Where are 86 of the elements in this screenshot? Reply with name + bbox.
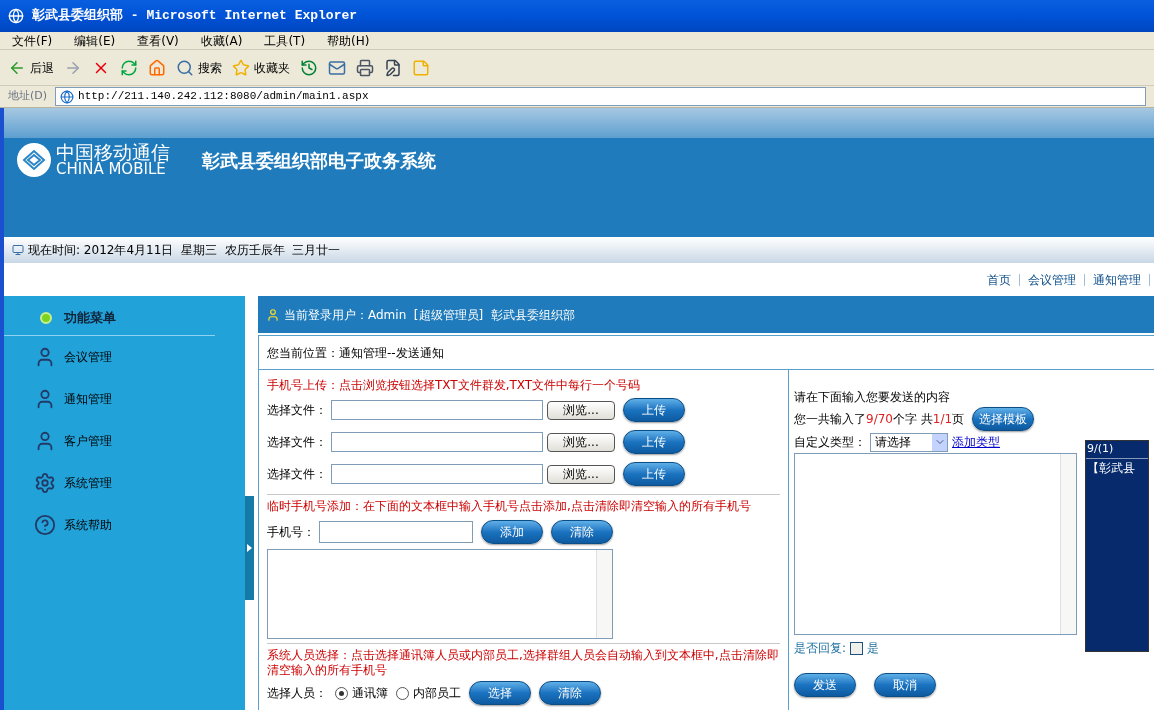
- preview-count: 9/(1): [1086, 441, 1148, 459]
- field-label: 选择文件：: [267, 434, 327, 451]
- field-label: 自定义类型：: [794, 434, 866, 451]
- menu-item[interactable]: 编辑(E): [74, 31, 116, 50]
- address-field[interactable]: http://211.140.242.112:8080/admin/main1.aspx: [55, 87, 1146, 106]
- browse-button[interactable]: 浏览...: [547, 432, 615, 452]
- menu-item[interactable]: 查看(V): [137, 31, 179, 50]
- refresh-icon: [120, 58, 138, 77]
- type-dropdown[interactable]: 请选择: [870, 432, 948, 452]
- clock-icon: [300, 58, 318, 77]
- envelope-icon: [328, 58, 346, 77]
- menu-item[interactable]: 文件(F): [12, 31, 53, 50]
- menu-item[interactable]: 帮助(H): [327, 31, 370, 50]
- sidebar-item[interactable]: 系统帮助: [4, 504, 245, 546]
- menu-item[interactable]: 收藏(A): [200, 31, 243, 50]
- field-label: 手机号：: [267, 524, 315, 541]
- page-icon: [60, 89, 75, 104]
- breadcrumb: 您当前位置：通知管理--发送通知: [267, 344, 444, 362]
- select-people-hint: 系统人员选择：点击选择通讯簿人员或内部员工,选择群组人员会自动输入到文本框中,点击清除即清空输入的所有手机号: [267, 648, 780, 678]
- radio-option[interactable]: 通讯簿: [335, 684, 388, 702]
- nav-link[interactable]: 通知管理: [1093, 270, 1141, 289]
- file-path-field[interactable]: [331, 400, 543, 420]
- add-button[interactable]: 添加: [481, 520, 543, 544]
- add-type-link[interactable]: 添加类型: [952, 433, 1000, 451]
- system-title: 彰武县委组织部电子政务系统: [202, 148, 436, 173]
- character-counter: 您一共输入了9/70个字 共1/1页: [794, 411, 965, 428]
- clear-button[interactable]: 清除: [539, 681, 601, 705]
- file-path-field[interactable]: [331, 464, 543, 484]
- phone-number-field[interactable]: [319, 521, 473, 543]
- upload-button[interactable]: 上传: [623, 398, 685, 422]
- send-button[interactable]: 发送: [794, 673, 856, 697]
- preview-text: 【彰武县: [1086, 459, 1136, 477]
- star-icon: [232, 58, 250, 77]
- document-edit-icon: [384, 58, 402, 77]
- browser-icon: [8, 8, 24, 24]
- sidebar-title: 功能菜单: [64, 308, 116, 327]
- sticky-note-icon: [412, 58, 430, 77]
- date-text: 现在时间: 2012年4月11日 星期三 农历壬辰年 三月廿一: [28, 242, 341, 259]
- user-bar: 当前登录用户：Admin [超级管理员] 彰武县委组织部: [258, 296, 1154, 335]
- window-title: 彰武县委组织部 - Microsoft Internet Explorer: [32, 6, 358, 26]
- logo-subtext: CHINA MOBILE: [56, 162, 166, 177]
- reply-label: 是否回复:: [794, 640, 847, 657]
- sidebar-item[interactable]: 客户管理: [4, 420, 245, 462]
- field-label: 选择人员：: [267, 685, 327, 702]
- clear-button[interactable]: 清除: [551, 520, 613, 544]
- radio-button[interactable]: [335, 686, 348, 700]
- monitor-icon: [12, 244, 24, 256]
- logo-text: 中国移动通信: [56, 143, 170, 162]
- menu-item[interactable]: 工具(T): [264, 31, 306, 50]
- scrollbar[interactable]: [596, 550, 612, 638]
- scrollbar[interactable]: [1060, 454, 1076, 634]
- reply-checkbox[interactable]: 是: [850, 639, 880, 657]
- browse-button[interactable]: 浏览...: [547, 464, 615, 484]
- search-icon: [176, 58, 194, 77]
- back-button[interactable]: 后退: [8, 54, 54, 81]
- triangle-right-icon: [247, 544, 252, 552]
- phone-list-box[interactable]: [267, 549, 613, 639]
- nav-link[interactable]: 首页: [987, 270, 1011, 289]
- search-button[interactable]: 搜索: [176, 54, 222, 81]
- choose-template-button[interactable]: 选择模板: [972, 407, 1035, 431]
- collapse-handle[interactable]: [245, 496, 254, 600]
- field-label: 选择文件：: [267, 466, 327, 483]
- file-path-field[interactable]: [331, 432, 543, 452]
- radio-option[interactable]: 内部员工: [396, 684, 461, 702]
- sidebar-item[interactable]: 通知管理: [4, 378, 245, 420]
- help-icon: [34, 514, 56, 536]
- upload-hint: 手机号上传：点击浏览按钮选择TXT文件群发,TXT文件中每行一个号码: [267, 377, 642, 394]
- sidebar-item[interactable]: 会议管理: [4, 336, 245, 378]
- browse-button[interactable]: 浏览...: [547, 400, 615, 420]
- upload-button[interactable]: 上传: [623, 462, 685, 486]
- house-icon: [148, 58, 166, 77]
- favorites-button[interactable]: 收藏夹: [232, 54, 290, 81]
- user-icon: [266, 307, 280, 322]
- logo-icon: [16, 142, 52, 178]
- printer-icon: [356, 58, 374, 77]
- select-button[interactable]: 选择: [469, 681, 531, 705]
- address-label: 地址(D): [8, 88, 48, 105]
- radio-button[interactable]: [396, 686, 409, 700]
- field-label: 选择文件：: [267, 402, 327, 419]
- add-number-hint: 临时手机号添加：在下面的文本框中输入手机号点击添加,点击清除即清空输入的所有手机号: [267, 498, 752, 515]
- message-prompt: 请在下面输入您要发送的内容: [794, 389, 951, 406]
- sidebar-item[interactable]: 系统管理: [4, 462, 245, 504]
- settings-icon: [34, 472, 56, 494]
- upload-button[interactable]: 上传: [623, 430, 685, 454]
- cancel-button[interactable]: 取消: [874, 673, 936, 697]
- nav-link[interactable]: 会议管理: [1028, 270, 1076, 289]
